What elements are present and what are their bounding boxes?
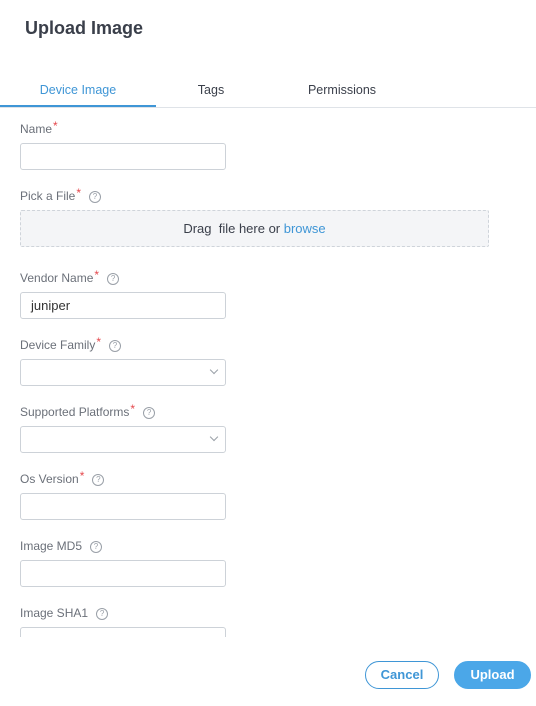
image-md5-input[interactable] bbox=[20, 560, 226, 587]
browse-link[interactable]: browse bbox=[284, 221, 326, 236]
tab-device-image[interactable]: Device Image bbox=[0, 76, 156, 107]
help-icon[interactable]: ? bbox=[107, 273, 120, 285]
required-marker: * bbox=[53, 119, 58, 133]
device-family-label-text: Device Family bbox=[20, 338, 96, 352]
os-version-input[interactable] bbox=[20, 493, 226, 520]
supported-platforms-label-text: Supported Platforms bbox=[20, 405, 130, 419]
required-marker: * bbox=[94, 268, 100, 282]
chevron-down-icon bbox=[209, 365, 219, 375]
help-icon[interactable]: ? bbox=[92, 474, 105, 486]
pick-file-label: Pick a File*? bbox=[20, 186, 102, 204]
help-icon[interactable]: ? bbox=[109, 340, 122, 352]
device-family-select[interactable] bbox=[20, 359, 226, 386]
required-marker: * bbox=[130, 402, 136, 416]
scroll-cutoff bbox=[0, 637, 536, 661]
help-icon[interactable]: ? bbox=[89, 191, 102, 203]
help-icon[interactable]: ? bbox=[143, 407, 156, 419]
vendor-name-label: Vendor Name*? bbox=[20, 268, 120, 286]
upload-button[interactable]: Upload bbox=[454, 661, 531, 689]
image-sha1-label-text: Image SHA1 bbox=[20, 606, 89, 620]
cancel-button[interactable]: Cancel bbox=[365, 661, 439, 689]
name-input[interactable] bbox=[20, 143, 226, 170]
file-dropzone[interactable]: Drag file here or browse bbox=[20, 210, 489, 247]
dialog-title: Upload Image bbox=[25, 18, 144, 38]
pick-file-label-text: Pick a File bbox=[20, 189, 76, 203]
image-sha1-label: Image SHA1? bbox=[20, 606, 109, 621]
os-version-label: Os Version*? bbox=[20, 469, 105, 487]
help-icon[interactable]: ? bbox=[90, 541, 103, 553]
vendor-name-input[interactable]: juniper bbox=[20, 292, 226, 319]
tab-bar: Device Image Tags Permissions bbox=[0, 76, 536, 108]
device-family-label: Device Family*? bbox=[20, 335, 122, 353]
vendor-name-label-text: Vendor Name bbox=[20, 271, 94, 285]
name-label-text: Name bbox=[20, 122, 53, 136]
help-icon[interactable]: ? bbox=[96, 608, 109, 620]
vendor-name-value: juniper bbox=[31, 298, 71, 313]
supported-platforms-label: Supported Platforms*? bbox=[20, 402, 156, 420]
dropzone-text: Drag file here or bbox=[183, 221, 284, 236]
required-marker: * bbox=[76, 186, 82, 200]
tab-permissions[interactable]: Permissions bbox=[292, 76, 392, 106]
chevron-down-icon bbox=[209, 432, 219, 442]
required-marker: * bbox=[79, 469, 85, 483]
supported-platforms-select[interactable] bbox=[20, 426, 226, 453]
required-marker: * bbox=[96, 335, 102, 349]
tab-tags[interactable]: Tags bbox=[160, 76, 262, 106]
name-label: Name* bbox=[20, 119, 58, 136]
os-version-label-text: Os Version bbox=[20, 472, 79, 486]
image-md5-label-text: Image MD5 bbox=[20, 539, 83, 553]
image-md5-label: Image MD5? bbox=[20, 539, 103, 554]
